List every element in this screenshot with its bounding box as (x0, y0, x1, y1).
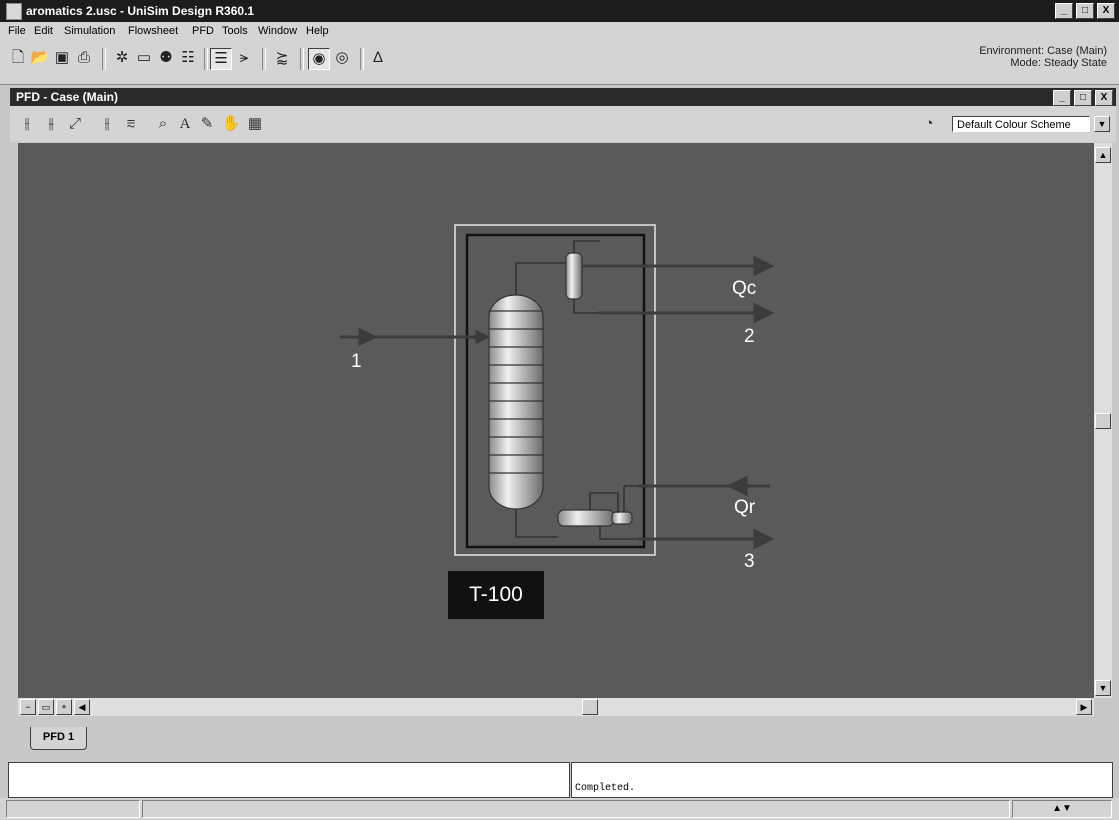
break-connection-icon[interactable]: ⫳ (40, 114, 62, 134)
mixer-icon[interactable]: ⪫ (234, 48, 254, 68)
environment-info: Environment: Case (Main) Mode: Steady St… (979, 45, 1107, 69)
new-file-icon[interactable]: 🗋 (8, 48, 28, 68)
feed-stream-label[interactable]: 1 (351, 351, 362, 373)
toolbar-separator (300, 48, 304, 70)
toolbar-separator (262, 48, 266, 70)
zoom-fit-button[interactable]: ▭ (38, 699, 54, 715)
flask-icon[interactable]: ∆ (368, 48, 388, 68)
text-tool-icon[interactable]: A (174, 114, 196, 134)
distillate-stream-label[interactable]: 2 (744, 326, 755, 348)
status-bar: ▲▼ (0, 798, 1119, 820)
pfd-close-button[interactable]: X (1095, 90, 1113, 106)
zoom-in-button[interactable]: + (56, 699, 72, 715)
toolbar-separator (204, 48, 208, 70)
pfd-canvas[interactable]: 1 Qc 2 Qr 3 T-100 (18, 143, 1094, 698)
object-status-panel (8, 762, 570, 798)
tab-pfd-1[interactable]: PFD 1 (30, 727, 87, 750)
qc-arrowhead (753, 255, 775, 277)
condenser-vessel[interactable] (565, 252, 583, 300)
column-name-label[interactable]: T-100 (448, 571, 544, 619)
window-title: aromatics 2.usc - UniSim Design R360.1 (26, 4, 255, 18)
toolbar-separator (102, 48, 106, 70)
pan-hand-icon[interactable]: ✋ (220, 114, 242, 134)
menu-help[interactable]: Help (306, 25, 329, 37)
pfd-window-title: PFD - Case (Main) (16, 90, 119, 104)
size-mode-icon[interactable]: ⤢ (64, 114, 86, 134)
toolbar-separator (360, 48, 364, 70)
mode-label: Mode: Steady State (1010, 57, 1107, 69)
stream-icon[interactable]: ✲ (112, 48, 132, 68)
qc-stream-label[interactable]: Qc (732, 278, 756, 300)
object-palette-icon[interactable]: ▭ (134, 48, 154, 68)
vertical-scrollbar[interactable]: ▲ ▼ (1094, 143, 1112, 698)
pfd-window-title-bar: PFD - Case (Main) _ □ X (10, 88, 1116, 106)
calculator-icon[interactable]: ▦ (244, 114, 266, 134)
scroll-up-icon[interactable]: ▲ (1095, 147, 1111, 163)
menu-tools[interactable]: Tools (222, 25, 248, 37)
trace-window-panel (571, 762, 1113, 798)
status-panel-main (142, 800, 1010, 818)
chevron-down-icon[interactable]: ▼ (1094, 116, 1110, 132)
colour-scheme-dropdown[interactable]: Default Colour Scheme (952, 116, 1090, 132)
bottoms-arrowhead (753, 528, 775, 550)
selection-box (454, 224, 656, 556)
external-streams (340, 255, 775, 550)
menu-flowsheet[interactable]: Flowsheet (128, 25, 178, 37)
close-button[interactable]: X (1097, 3, 1115, 19)
horizontal-scroll-thumb[interactable] (582, 699, 598, 715)
menu-simulation[interactable]: Simulation (64, 25, 115, 37)
eye2-icon[interactable]: ◎ (332, 48, 352, 68)
menu-file[interactable]: File (8, 25, 26, 37)
menu-edit[interactable]: Edit (34, 25, 53, 37)
menu-window[interactable]: Window (258, 25, 297, 37)
pfd-icon[interactable]: ☰ (210, 48, 232, 70)
attach-mode-icon[interactable]: ⫲ (16, 114, 38, 134)
eye-icon[interactable]: ◉ (308, 48, 330, 70)
horizontal-scrollbar[interactable]: − ▭ + ◀ ▶ (18, 698, 1094, 716)
status-panel-left (6, 800, 140, 818)
document-icon[interactable] (6, 3, 22, 20)
save-icon[interactable]: ▣ (52, 48, 72, 68)
print-icon[interactable]: ⎙ (74, 48, 94, 68)
zoom-icon[interactable]: ⌕ (152, 114, 174, 134)
scroll-left-icon[interactable]: ◀ (74, 699, 90, 715)
solver-toggle-icon[interactable]: ▲▼ (1012, 800, 1112, 818)
pfd-maximize-button[interactable]: □ (1074, 90, 1092, 106)
status-message: Completed. (575, 783, 636, 794)
flowsheet-diagram[interactable] (18, 143, 1094, 698)
scroll-down-icon[interactable]: ▼ (1095, 680, 1111, 696)
drawing-tool-icon[interactable]: ✎ (196, 114, 218, 134)
reboiler-vessel[interactable] (557, 509, 633, 527)
workbook-icon[interactable]: ☷ (178, 48, 198, 68)
zoom-out-button[interactable]: − (20, 699, 36, 715)
environment-label: Environment: Case (Main) (979, 45, 1107, 57)
scroll-right-icon[interactable]: ▶ (1076, 699, 1092, 715)
auto-route-icon[interactable]: ⩳ (120, 114, 142, 134)
main-toolbar: 🗋 📂 ▣ ⎙ ✲ ▭ ⚉ ☷ ☰ ⪫ ⪸ ◉ ◎ ∆ (0, 40, 1119, 85)
auto-position-icon[interactable]: ⫲ (96, 114, 118, 134)
menu-pfd[interactable]: PFD (192, 25, 214, 37)
menu-bar: File Edit Simulation Flowsheet PFD Tools… (0, 22, 1119, 40)
scroll-thumb[interactable] (1095, 413, 1111, 429)
distillation-column[interactable] (488, 294, 544, 510)
distillate-arrowhead (753, 302, 775, 324)
bottoms-stream-label[interactable]: 3 (744, 551, 755, 573)
connect-icon[interactable]: ⪸ (272, 48, 292, 68)
qr-stream-label[interactable]: Qr (734, 497, 755, 519)
qr-arrowhead (726, 475, 748, 497)
open-folder-icon[interactable]: 📂 (30, 48, 50, 68)
minimize-button[interactable]: _ (1055, 3, 1073, 19)
pfd-toolbar: ⫲ ⫳ ⤢ ⫲ ⩳ ⌕ A ✎ ✋ ▦ ◔ (10, 106, 1116, 142)
app-title-bar: aromatics 2.usc - UniSim Design R360.1 _… (0, 0, 1119, 22)
binoculars-icon[interactable]: ⚉ (156, 48, 176, 68)
pfd-minimize-button[interactable]: _ (1053, 90, 1071, 106)
feed-arrowhead (358, 327, 378, 347)
colour-scheme-icon[interactable]: ◔ (918, 114, 940, 134)
maximize-button[interactable]: □ (1076, 3, 1094, 19)
